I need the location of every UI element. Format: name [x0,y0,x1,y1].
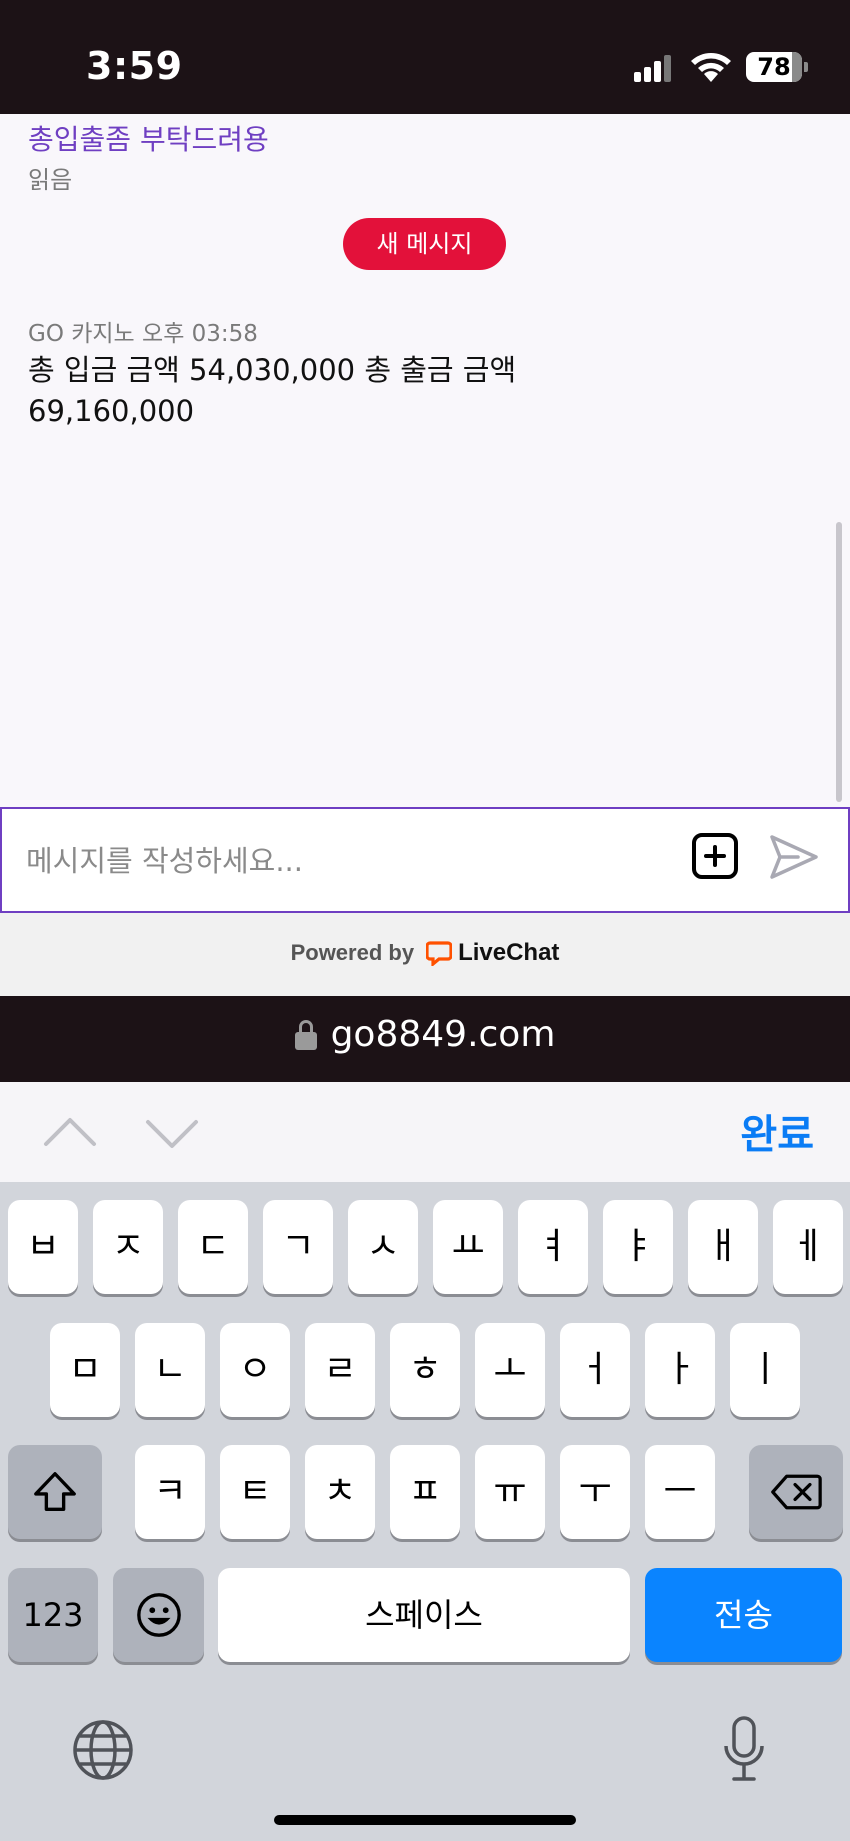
key[interactable]: ㅊ [305,1445,375,1539]
key[interactable]: ㅌ [220,1445,290,1539]
key[interactable]: ㅡ [645,1445,715,1539]
livechat-brand[interactable]: LiveChat [458,939,559,967]
key[interactable]: ㄷ [178,1200,248,1294]
send-key[interactable]: 전송 [645,1568,842,1662]
key[interactable]: ㅎ [390,1323,460,1417]
key[interactable]: ㅠ [475,1445,545,1539]
status-time: 3:59 [86,44,183,88]
home-indicator[interactable] [274,1815,576,1825]
livechat-logo-icon[interactable] [426,940,453,966]
cellular-signal-icon [634,54,674,82]
wifi-icon [691,53,731,82]
message-meta: GO 카지노 오후 03:58 [28,321,258,347]
key[interactable]: ㅁ [50,1323,120,1417]
shift-key[interactable] [8,1445,102,1539]
key[interactable]: ㅏ [645,1323,715,1417]
key[interactable]: ㅐ [688,1200,758,1294]
browser-url-bar[interactable]: go8849.com [0,996,850,1082]
key[interactable]: ㅍ [390,1445,460,1539]
key[interactable]: ㅕ [518,1200,588,1294]
agent-message: 총 입금 금액 54,030,000 총 출금 금액 69,160,000 [28,353,517,428]
attach-plus-icon[interactable] [692,833,738,879]
message-input[interactable] [26,833,666,889]
backspace-icon [771,1474,822,1510]
previous-user-message: 총입출좀 부탁드려용 [28,123,269,156]
korean-keyboard: ㅂ ㅈ ㄷ ㄱ ㅅ ㅛ ㅕ ㅑ ㅐ ㅔ ㅁ ㄴ ㅇ ㄹ ㅎ ㅗ ㅓ ㅏ ㅣ ㅋ … [0,1182,850,1841]
url-text[interactable]: go8849.com [331,1014,556,1055]
key[interactable]: ㅈ [93,1200,163,1294]
key[interactable]: ㅂ [8,1200,78,1294]
battery-level: 78 [757,53,791,81]
battery-indicator: 78 [746,52,802,82]
key[interactable]: ㅅ [348,1200,418,1294]
powered-by-footer: Powered by LiveChat [0,913,850,996]
space-key[interactable]: 스페이스 [218,1568,630,1662]
key[interactable]: ㅛ [433,1200,503,1294]
key[interactable]: ㄴ [135,1323,205,1417]
read-receipt: 읽음 [28,166,73,194]
key[interactable]: ㄱ [263,1200,333,1294]
numbers-key[interactable]: 123 [8,1568,98,1662]
status-bar: 3:59 78 [0,0,850,114]
chat-scrollbar[interactable] [836,522,842,802]
chevron-up-icon[interactable] [40,1108,100,1158]
key[interactable]: ㅣ [730,1323,800,1417]
globe-icon[interactable] [72,1719,134,1781]
powered-by-label: Powered by [290,940,415,965]
key[interactable]: ㅗ [475,1323,545,1417]
emoji-key[interactable] [113,1568,204,1662]
keyboard-accessory-bar: 완료 [0,1082,850,1182]
backspace-key[interactable] [749,1445,843,1539]
lock-icon [294,1019,317,1050]
chevron-down-icon[interactable] [142,1108,202,1158]
done-button[interactable]: 완료 [740,1102,814,1160]
key[interactable]: ㅇ [220,1323,290,1417]
key[interactable]: ㅑ [603,1200,673,1294]
key[interactable]: ㅜ [560,1445,630,1539]
message-composer [0,807,850,913]
key[interactable]: ㅓ [560,1323,630,1417]
key[interactable]: ㅔ [773,1200,843,1294]
key[interactable]: ㅋ [135,1445,205,1539]
battery-nub [804,62,808,72]
emoji-icon [136,1593,181,1637]
microphone-icon[interactable] [722,1716,766,1784]
new-message-button[interactable]: 새 메시지 [343,218,506,270]
key[interactable]: ㄹ [305,1323,375,1417]
shift-icon [34,1472,76,1511]
chat-transcript[interactable]: 총입출좀 부탁드려용 읽음 새 메시지 GO 카지노 오후 03:58 총 입금… [0,114,850,807]
send-icon[interactable] [768,831,820,883]
